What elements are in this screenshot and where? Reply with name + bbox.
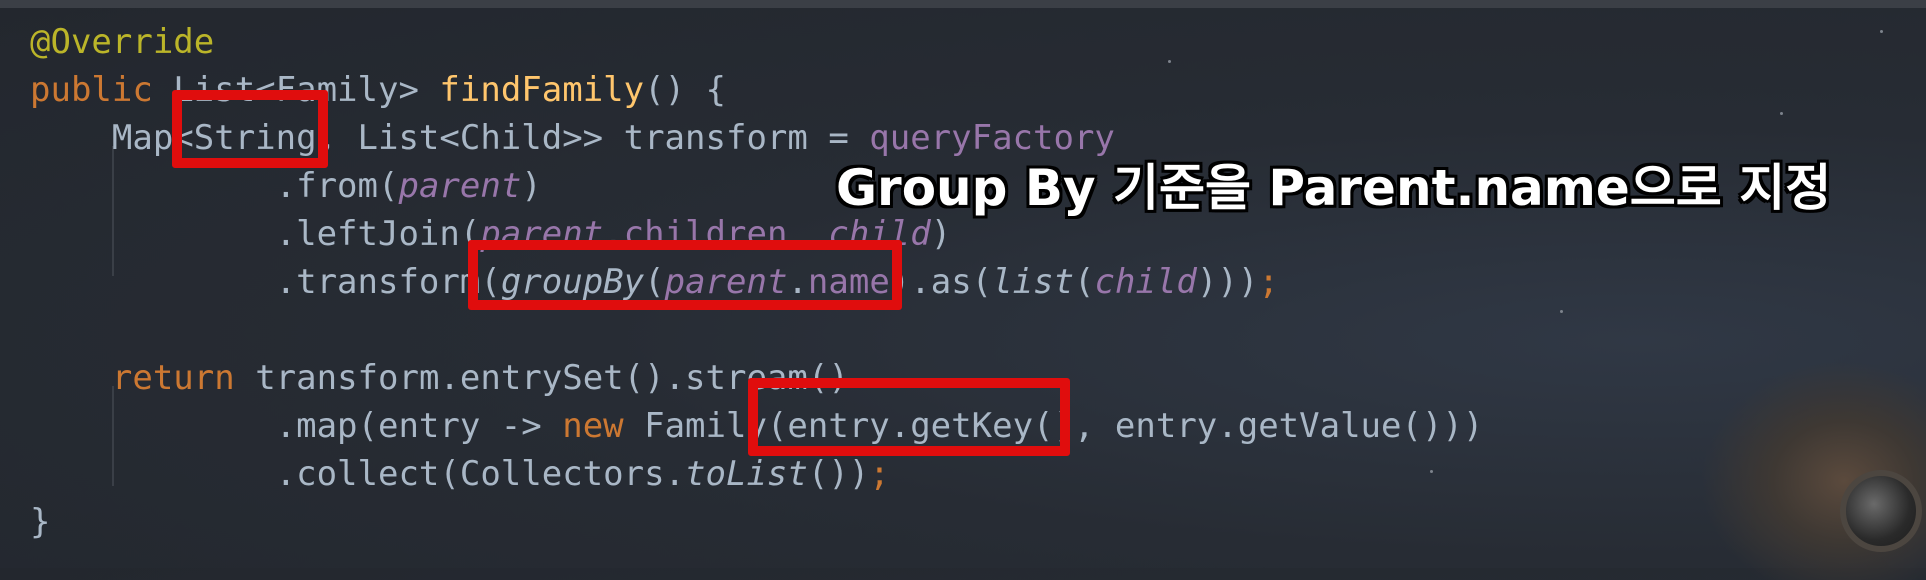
code-line[interactable] [30,306,1483,354]
code-token: .transform( [30,262,501,302]
highlight-box-groupby [468,240,902,310]
code-token: ()) [807,454,870,494]
code-token: ) [930,214,952,254]
top-bar [0,0,1926,8]
code-token: return [111,358,235,398]
annotation-caption: Group By 기준을 Parent.name으로 지정 [836,159,1832,217]
background-star [1880,30,1883,33]
code-token: new [562,406,624,446]
code-token: ).as( [889,262,993,302]
code-token: findFamily [439,70,645,110]
code-token: public [30,70,153,110]
code-token: Map<String, List<Child>> transform = [30,118,870,158]
highlight-box-getkey [748,378,1070,456]
code-token: ) [521,166,542,206]
highlight-box-map-key-type [172,90,328,168]
code-token: .leftJoin( [30,214,481,254]
code-token: child [1094,262,1197,302]
code-token: () { [644,70,726,110]
background-star [1560,310,1563,313]
code-token: .collect(Collectors. [30,454,686,494]
code-token: ; [869,454,890,494]
code-line[interactable]: } [30,498,1483,546]
code-token: list [992,262,1075,302]
code-token: ; [1258,262,1279,302]
background-star [1168,60,1171,63]
background-star [1780,112,1783,115]
code-line[interactable]: .collect(Collectors.toList()); [30,450,1483,498]
code-line[interactable]: @Override [30,18,1483,66]
robot-eye [1840,470,1922,552]
code-token: @Override [30,22,215,62]
code-token: ( [1074,262,1095,302]
code-token: ))) [1196,262,1259,302]
background-star [1430,470,1433,473]
code-token: parent [398,166,522,206]
code-token: .from( [30,166,399,206]
code-token: .map(entry -> [30,406,563,446]
code-token: } [30,502,51,542]
code-token: toList [685,454,808,494]
